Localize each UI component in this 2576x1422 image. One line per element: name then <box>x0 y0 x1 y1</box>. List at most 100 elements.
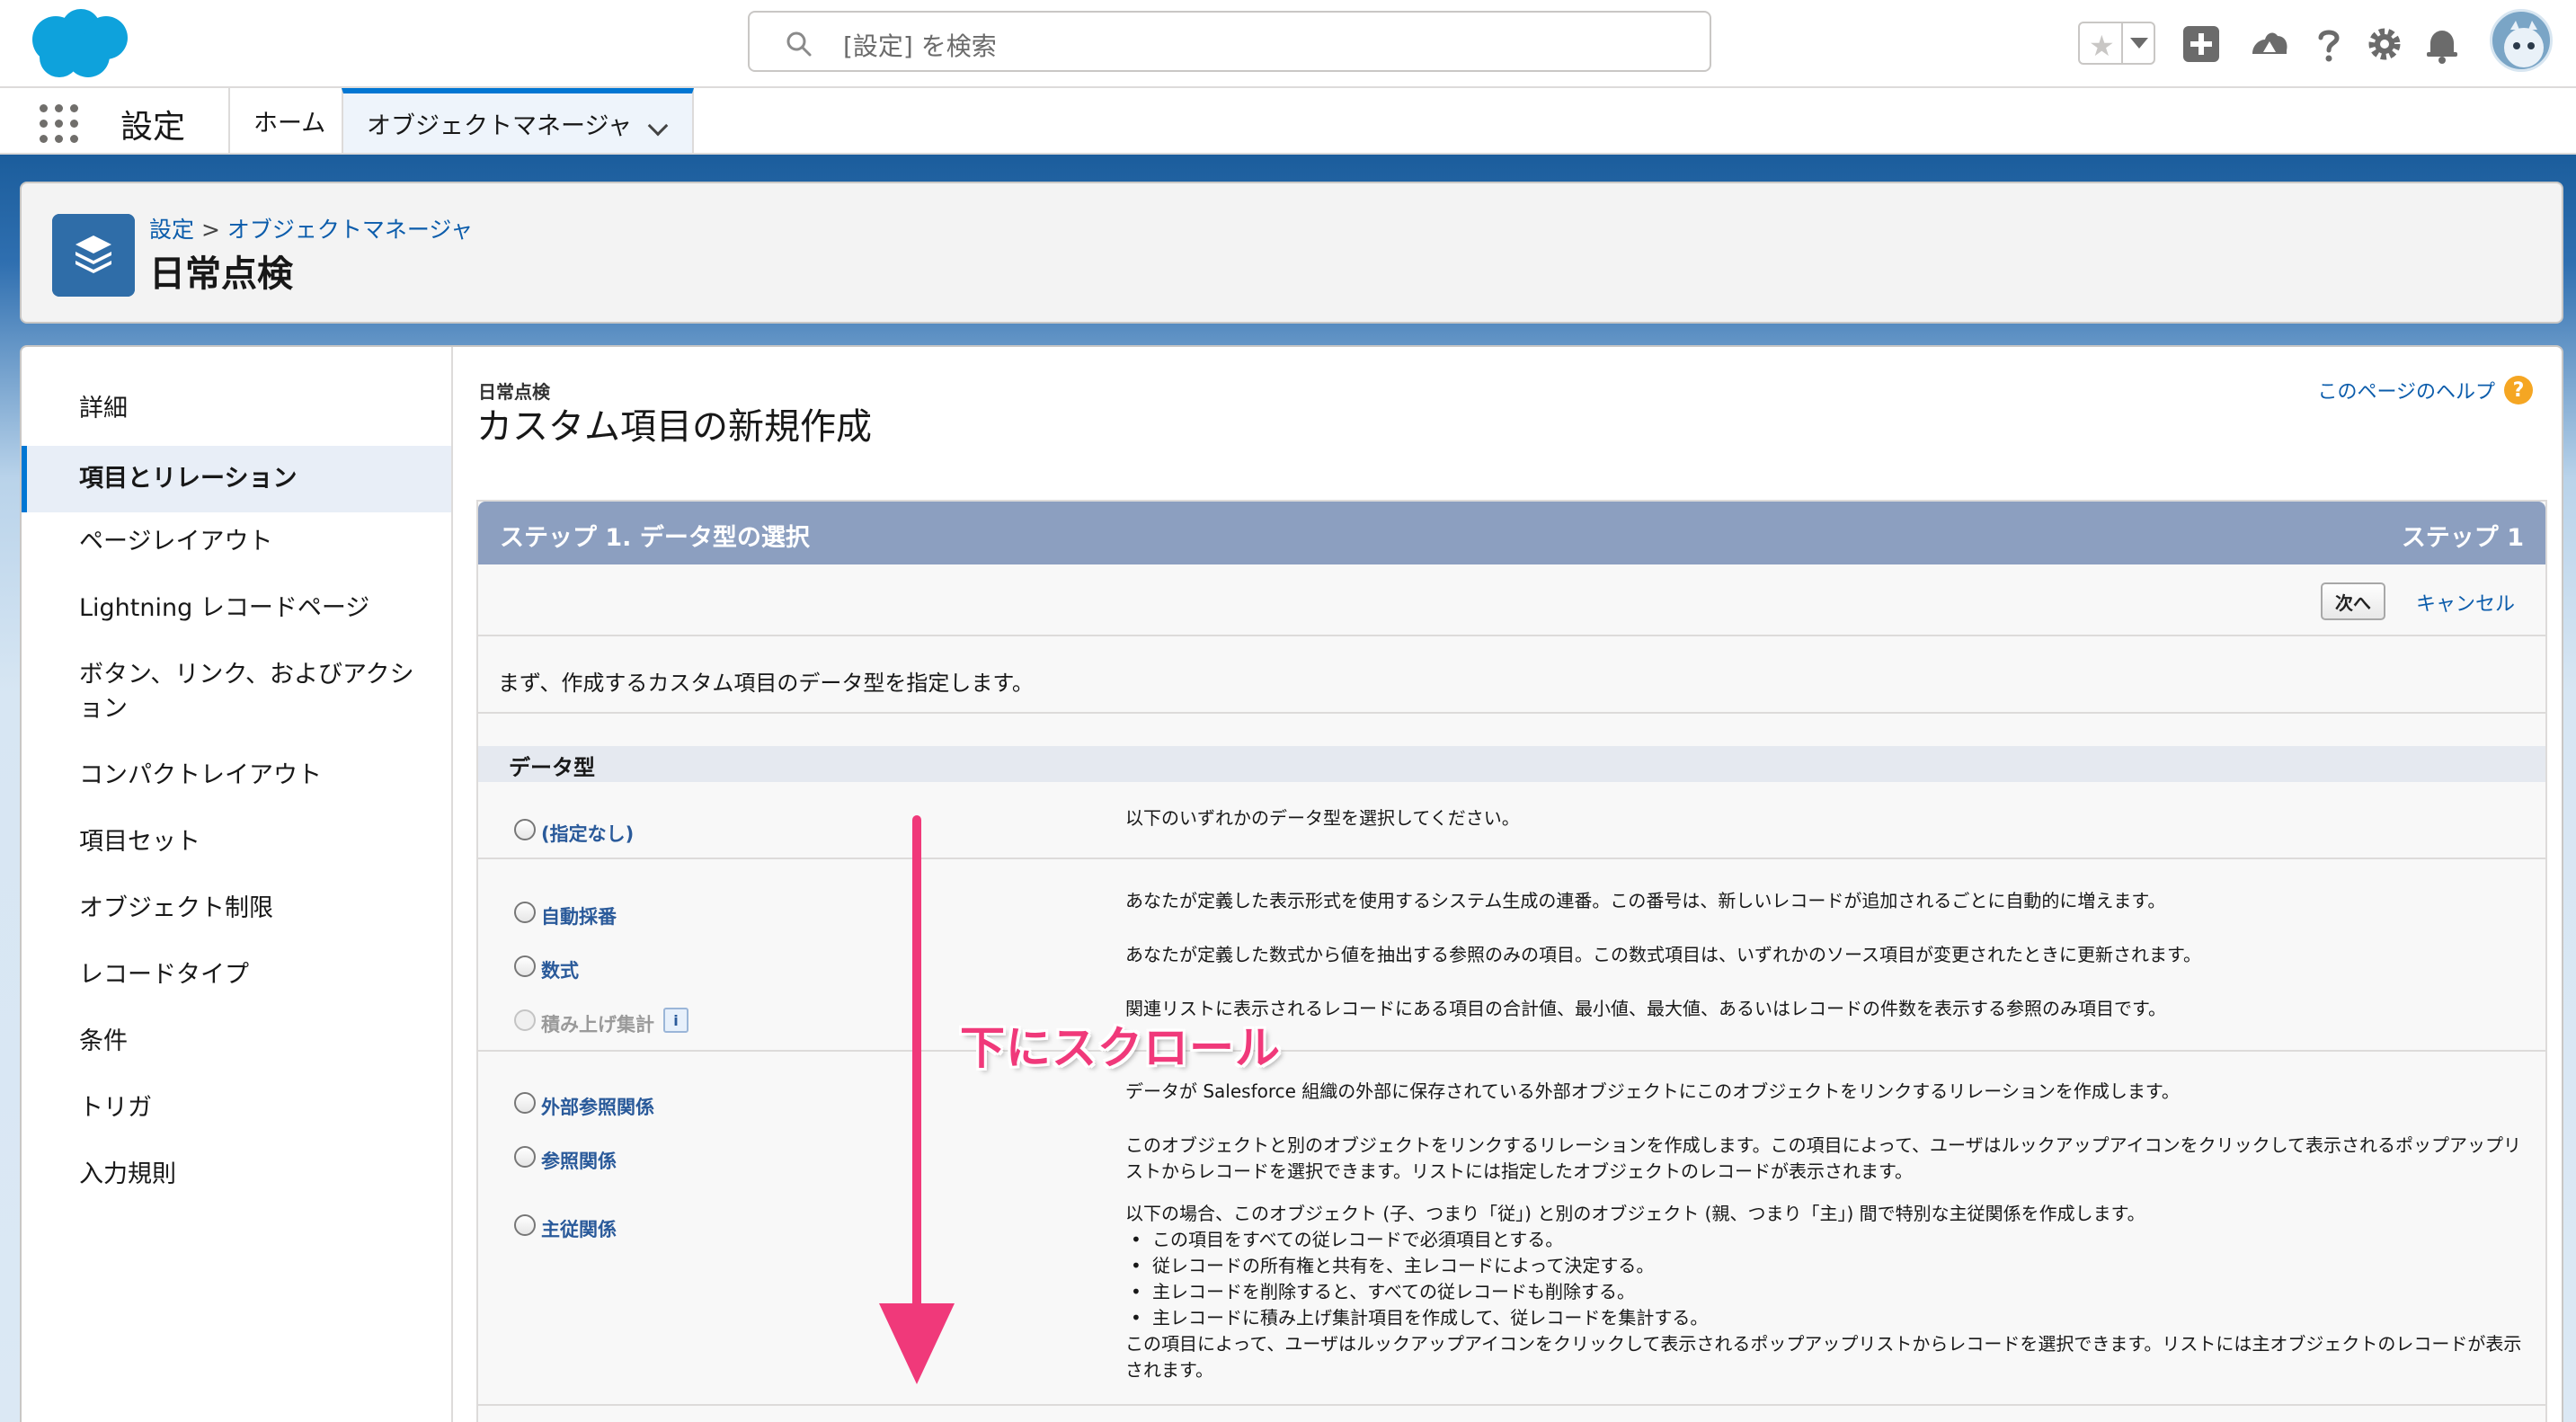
breadcrumb-object-manager-link[interactable]: オブジェクトマネージャ <box>227 217 473 243</box>
radio-button[interactable] <box>514 1092 536 1114</box>
help-icon[interactable] <box>2308 23 2349 65</box>
sidebar-item-lightning-record-pages[interactable]: Lightning レコードページ <box>22 591 451 626</box>
info-icon[interactable]: i <box>663 1008 688 1033</box>
button-row: 次へ キャンセル <box>478 564 2545 636</box>
sidebar-item-page-layouts[interactable]: ページレイアウト <box>22 525 451 559</box>
favorites-button[interactable]: ★ <box>2078 22 2155 65</box>
option-description: あなたが定義した数式から値を抽出する参照のみの項目。この数式項目は、いずれかのソ… <box>1125 944 2201 965</box>
scroll-down-arrow <box>879 815 955 1384</box>
chevron-down-icon[interactable] <box>2130 38 2148 49</box>
salesforce-cloud-logo[interactable] <box>25 7 133 81</box>
astro-avatar-icon <box>2504 21 2544 67</box>
chevron-down-icon[interactable] <box>647 115 669 137</box>
breadcrumb: 設定 > オブジェクトマネージャ <box>149 212 473 244</box>
step-indicator: ステップ 1 <box>2401 524 2524 552</box>
sidebar-item-label: 項目セット <box>79 828 200 856</box>
step-header: ステップ 1. データ型の選択 ステップ 1 <box>478 502 2545 564</box>
global-header: [設定] を検索 ★ <box>0 0 2576 88</box>
help-link[interactable]: このページのヘルプ ? <box>2317 376 2533 404</box>
sidebar-item-label: ボタン、リンク、およびアクション <box>79 661 414 723</box>
option-label[interactable]: 自動採番 <box>541 902 617 929</box>
option-label[interactable]: 主従関係 <box>541 1215 617 1242</box>
radio-button[interactable] <box>514 902 536 923</box>
breadcrumb-setup-link[interactable]: 設定 <box>149 217 194 243</box>
option-auto-number[interactable]: 自動採番 <box>514 895 617 929</box>
option-description: データが Salesforce 組織の外部に保存されている外部オブジェクトにこの… <box>1125 1080 2180 1102</box>
gear-icon[interactable] <box>2364 23 2405 65</box>
radio-button[interactable] <box>514 1214 536 1236</box>
sidebar-item-buttons-links-actions[interactable]: ボタン、リンク、およびアクション <box>22 658 417 726</box>
sidebar-item-fields-relationships[interactable]: 項目とリレーション <box>22 446 451 512</box>
list-item: 従レコードの所有権と共有を、主レコードによって決定する。 <box>1125 1253 2527 1279</box>
search-icon <box>786 31 812 57</box>
option-external-lookup[interactable]: 外部参照関係 <box>514 1086 654 1120</box>
question-icon: ? <box>2504 376 2533 404</box>
option-description-text: この項目によって、ユーザはルックアップアイコンをクリックして表示されるポップアッ… <box>1125 1333 2522 1381</box>
sidebar-item-validation-rules[interactable]: 入力規則 <box>22 1158 451 1192</box>
global-search[interactable]: [設定] を検索 <box>748 11 1711 72</box>
bell-icon[interactable] <box>2421 23 2463 65</box>
option-description: このオブジェクトと別のオブジェクトをリンクするリレーションを作成します。この項目… <box>1125 1134 2521 1182</box>
option-label[interactable]: (指定なし) <box>541 820 634 847</box>
step-title: ステップ 1. データ型の選択 <box>500 524 810 552</box>
option-description: あなたが定義した表示形式を使用するシステム生成の連番。この番号は、新しいレコード… <box>1125 890 2166 911</box>
star-icon: ★ <box>2089 29 2115 63</box>
sidebar-item-triggers[interactable]: トリガ <box>22 1091 451 1125</box>
sidebar-item-object-limits[interactable]: オブジェクト制限 <box>22 892 451 926</box>
divider <box>478 1050 2545 1052</box>
sidebar-item-label: レコードタイプ <box>79 961 249 989</box>
scroll-down-annotation: 下にスクロール <box>960 1022 1281 1074</box>
sidebar-item-label: トリガ <box>79 1094 152 1122</box>
add-icon[interactable] <box>2181 23 2222 65</box>
option-label: 積み上げ集計 <box>541 1014 654 1035</box>
cancel-link[interactable]: キャンセル <box>2416 588 2515 617</box>
trailhead-icon[interactable] <box>2249 23 2290 65</box>
app-nav-bar: 設定 ホーム オブジェクトマネージャ <box>0 88 2576 155</box>
sidebar-item-label: 詳細 <box>79 395 128 422</box>
tab-label: オブジェクトマネージャ <box>367 111 633 140</box>
sidebar-item-label: 条件 <box>79 1027 128 1055</box>
list-item: 主レコードを削除すると、すべての従レコードも削除する。 <box>1125 1279 2527 1305</box>
sidebar-item-conditions[interactable]: 条件 <box>22 1025 451 1059</box>
app-launcher-icon[interactable] <box>40 104 79 144</box>
sidebar-item-compact-layouts[interactable]: コンパクトレイアウト <box>22 759 451 793</box>
next-button[interactable]: 次へ <box>2321 582 2385 620</box>
favorites-divider <box>2121 23 2123 63</box>
option-roll-up-summary: 積み上げ集計 i <box>514 1003 688 1037</box>
option-none[interactable]: (指定なし) <box>514 813 634 847</box>
sidebar-item-details[interactable]: 詳細 <box>22 392 451 426</box>
divider <box>478 1404 2545 1406</box>
sidebar-item-label: Lightning レコードページ <box>79 594 370 622</box>
sidebar-item-label: コンパクトレイアウト <box>79 761 322 789</box>
option-master-detail[interactable]: 主従関係 <box>514 1208 617 1242</box>
tab-object-manager[interactable]: オブジェクトマネージャ <box>342 88 694 153</box>
sidebar-item-label: オブジェクト制限 <box>79 894 273 922</box>
divider <box>478 858 2545 859</box>
option-label[interactable]: 数式 <box>541 956 579 983</box>
option-description: 以下のいずれかのデータ型を選択してください。 <box>1125 807 1520 829</box>
tab-home[interactable]: ホーム <box>228 88 349 153</box>
help-link-label: このページのヘルプ <box>2317 381 2495 404</box>
list-item: この項目をすべての従レコードで必須項目とする。 <box>1125 1227 2527 1253</box>
option-label[interactable]: 外部参照関係 <box>541 1093 654 1120</box>
sidebar-item-label: ページレイアウト <box>79 528 273 555</box>
data-type-section-header: データ型 <box>478 746 2545 782</box>
intro-text: まず、作成するカスタム項目のデータ型を指定します。 <box>498 671 1034 696</box>
radio-button[interactable] <box>514 955 536 977</box>
option-formula[interactable]: 数式 <box>514 949 579 983</box>
avatar[interactable] <box>2490 9 2553 72</box>
page-subtitle: カスタム項目の新規作成 <box>476 406 872 448</box>
option-label[interactable]: 参照関係 <box>541 1147 617 1174</box>
option-lookup[interactable]: 参照関係 <box>514 1140 617 1174</box>
sidebar-item-field-sets[interactable]: 項目セット <box>22 825 451 859</box>
main-container: 詳細 項目とリレーション ページレイアウト Lightning レコードページ … <box>20 345 2563 1422</box>
sidebar-item-record-types[interactable]: レコードタイプ <box>22 958 451 992</box>
content-area: 日常点検 カスタム項目の新規作成 このページのヘルプ ? ステップ 1. データ… <box>457 347 2563 1422</box>
radio-button[interactable] <box>514 1146 536 1168</box>
layers-icon <box>52 214 135 297</box>
bullet-list: この項目をすべての従レコードで必須項目とする。 従レコードの所有権と共有を、主レ… <box>1125 1227 2527 1331</box>
wizard-panel: ステップ 1. データ型の選択 ステップ 1 次へ キャンセル まず、作成するカ… <box>476 500 2547 1422</box>
section-title: データ型 <box>509 755 595 780</box>
radio-button[interactable] <box>514 819 536 840</box>
option-description: 関連リストに表示されるレコードにある項目の合計値、最小値、最大値、あるいはレコー… <box>1125 998 2166 1019</box>
